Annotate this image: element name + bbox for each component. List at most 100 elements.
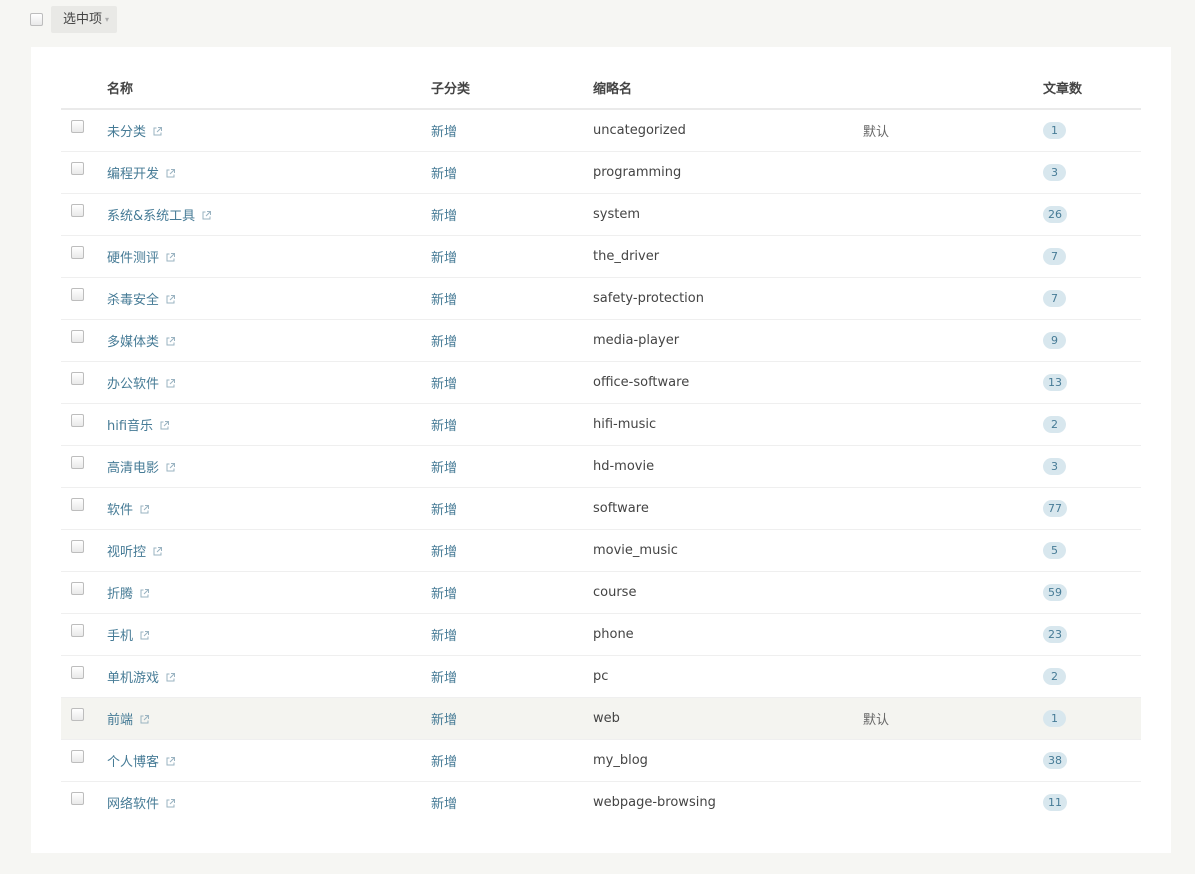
add-subcategory-link[interactable]: 新增	[431, 251, 457, 266]
add-subcategory-link[interactable]: 新增	[431, 209, 457, 224]
category-name-link[interactable]: 折腾	[107, 587, 133, 602]
external-link-icon[interactable]	[165, 252, 176, 267]
post-count-badge[interactable]: 9	[1043, 332, 1066, 349]
add-subcategory-link[interactable]: 新增	[431, 713, 457, 728]
row-checkbox[interactable]	[71, 708, 84, 721]
external-link-icon[interactable]	[165, 168, 176, 183]
row-checkbox[interactable]	[71, 204, 84, 217]
row-checkbox[interactable]	[71, 582, 84, 595]
post-count-badge[interactable]: 5	[1043, 542, 1066, 559]
row-checkbox[interactable]	[71, 162, 84, 175]
row-checkbox[interactable]	[71, 330, 84, 343]
add-subcategory-link[interactable]: 新增	[431, 587, 457, 602]
add-subcategory-link[interactable]: 新增	[431, 125, 457, 140]
external-link-icon[interactable]	[139, 588, 150, 603]
post-count-badge[interactable]: 38	[1043, 752, 1067, 769]
select-all-checkbox[interactable]	[30, 13, 43, 26]
add-subcategory-link[interactable]: 新增	[431, 755, 457, 770]
external-link-icon[interactable]	[165, 798, 176, 813]
post-count-badge[interactable]: 1	[1043, 710, 1066, 727]
category-name-link[interactable]: 视听控	[107, 545, 146, 560]
category-name-link[interactable]: 软件	[107, 503, 133, 518]
external-link-icon[interactable]	[139, 630, 150, 645]
post-count-badge[interactable]: 2	[1043, 416, 1066, 433]
add-subcategory-link[interactable]: 新增	[431, 419, 457, 434]
category-name-link[interactable]: hifi音乐	[107, 419, 153, 434]
category-name-link[interactable]: 系统&系统工具	[107, 209, 195, 224]
add-subcategory-link[interactable]: 新增	[431, 503, 457, 518]
post-count-badge[interactable]: 26	[1043, 206, 1067, 223]
row-checkbox[interactable]	[71, 288, 84, 301]
add-subcategory-link[interactable]: 新增	[431, 629, 457, 644]
category-name-link[interactable]: 未分类	[107, 125, 146, 140]
category-name-link[interactable]: 高清电影	[107, 461, 159, 476]
post-count-badge[interactable]: 3	[1043, 164, 1066, 181]
add-subcategory-link[interactable]: 新增	[431, 167, 457, 182]
external-link-icon[interactable]	[165, 756, 176, 771]
post-count-badge[interactable]: 7	[1043, 248, 1066, 265]
add-subcategory-link[interactable]: 新增	[431, 335, 457, 350]
external-link-icon[interactable]	[139, 714, 150, 729]
category-name-link[interactable]: 杀毒安全	[107, 293, 159, 308]
bulk-actions-dropdown[interactable]: 选中项 ▾	[51, 6, 118, 33]
external-link-icon[interactable]	[152, 126, 163, 141]
add-subcategory-link[interactable]: 新增	[431, 797, 457, 812]
external-link-icon[interactable]	[165, 378, 176, 393]
external-link-icon[interactable]	[165, 672, 176, 687]
subcategory-cell: 新增	[431, 109, 593, 152]
post-count-badge[interactable]: 2	[1043, 668, 1066, 685]
category-name-link[interactable]: 编程开发	[107, 167, 159, 182]
category-name-link[interactable]: 办公软件	[107, 377, 159, 392]
external-link-icon[interactable]	[152, 546, 163, 561]
row-checkbox[interactable]	[71, 414, 84, 427]
default-cell	[863, 571, 1043, 614]
post-count-badge[interactable]: 13	[1043, 374, 1067, 391]
row-checkbox[interactable]	[71, 498, 84, 511]
row-checkbox[interactable]	[71, 246, 84, 259]
category-name-link[interactable]: 手机	[107, 629, 133, 644]
add-subcategory-link[interactable]: 新增	[431, 671, 457, 686]
external-link-icon[interactable]	[165, 462, 176, 477]
name-cell: 编程开发	[107, 151, 431, 194]
row-checkbox[interactable]	[71, 666, 84, 679]
default-cell	[863, 193, 1043, 236]
category-name-link[interactable]: 个人博客	[107, 755, 159, 770]
add-subcategory-link[interactable]: 新增	[431, 545, 457, 560]
row-checkbox[interactable]	[71, 624, 84, 637]
subcategory-cell: 新增	[431, 739, 593, 782]
add-subcategory-link[interactable]: 新增	[431, 377, 457, 392]
external-link-icon[interactable]	[165, 336, 176, 351]
table-row: 未分类 新增 uncategorized 默认 1	[61, 109, 1141, 152]
row-checkbox[interactable]	[71, 750, 84, 763]
external-link-icon[interactable]	[165, 294, 176, 309]
external-link-icon[interactable]	[159, 420, 170, 435]
slug-cell: web	[593, 697, 863, 740]
category-name-link[interactable]: 单机游戏	[107, 671, 159, 686]
category-name-link[interactable]: 前端	[107, 713, 133, 728]
category-name-link[interactable]: 硬件测评	[107, 251, 159, 266]
count-cell: 2	[1043, 655, 1141, 698]
row-checkbox[interactable]	[71, 792, 84, 805]
post-count-badge[interactable]: 3	[1043, 458, 1066, 475]
category-name-link[interactable]: 多媒体类	[107, 335, 159, 350]
row-checkbox[interactable]	[71, 456, 84, 469]
row-checkbox[interactable]	[71, 120, 84, 133]
external-link-icon[interactable]	[139, 504, 150, 519]
post-count-badge[interactable]: 7	[1043, 290, 1066, 307]
post-count-badge[interactable]: 11	[1043, 794, 1067, 811]
add-subcategory-link[interactable]: 新增	[431, 293, 457, 308]
row-checkbox-cell	[61, 697, 107, 740]
post-count-badge[interactable]: 23	[1043, 626, 1067, 643]
post-count-badge[interactable]: 77	[1043, 500, 1067, 517]
row-checkbox[interactable]	[71, 540, 84, 553]
external-link-icon[interactable]	[201, 210, 212, 225]
slug-cell: webpage-browsing	[593, 795, 716, 810]
row-checkbox[interactable]	[71, 372, 84, 385]
post-count-badge[interactable]: 1	[1043, 122, 1066, 139]
post-count-badge[interactable]: 59	[1043, 584, 1067, 601]
row-checkbox-cell	[61, 571, 107, 614]
subcategory-cell: 新增	[431, 319, 593, 362]
category-name-link[interactable]: 网络软件	[107, 797, 159, 812]
add-subcategory-link[interactable]: 新增	[431, 461, 457, 476]
default-label: 默认	[863, 713, 890, 728]
